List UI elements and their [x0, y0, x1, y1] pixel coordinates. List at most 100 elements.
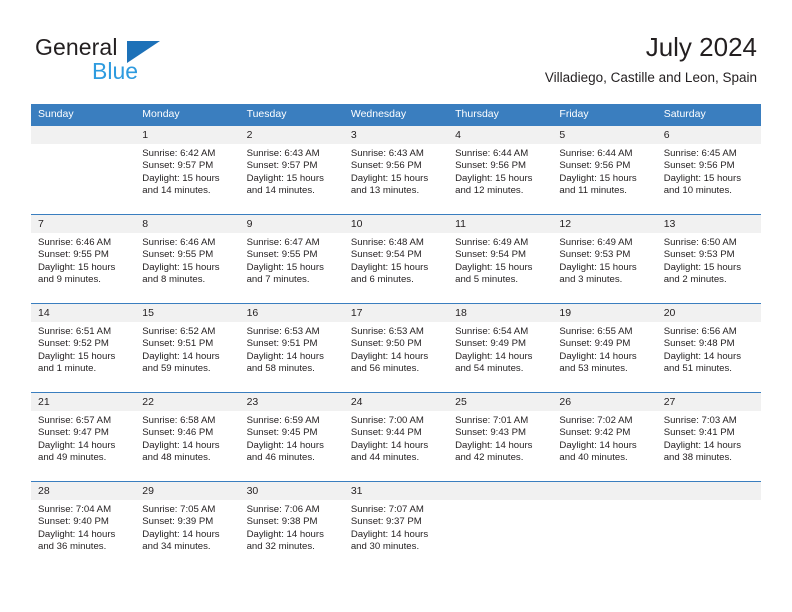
day-number: 10 [343, 215, 449, 233]
day-details: Sunrise: 6:49 AM Sunset: 9:53 PM Dayligh… [552, 233, 656, 287]
weekday-header-monday: Monday [142, 108, 180, 120]
day-cell[interactable] [448, 482, 553, 570]
day-cell[interactable]: 15 Sunrise: 6:52 AM Sunset: 9:51 PM Dayl… [135, 304, 240, 392]
sunset-text: Sunset: 9:49 PM [559, 338, 631, 350]
sunset-text: Sunset: 9:53 PM [559, 249, 631, 261]
sunset-text: Sunset: 9:55 PM [246, 249, 318, 261]
calendar-page: General Blue July 2024 Villadiego, Casti… [0, 0, 792, 612]
daylight-text: Daylight: 15 hours and 9 minutes. [38, 261, 116, 286]
day-cell[interactable]: 7 Sunrise: 6:46 AM Sunset: 9:55 PM Dayli… [31, 215, 136, 303]
weekday-header-row: Sunday Monday Tuesday Wednesday Thursday… [31, 104, 761, 125]
day-cell[interactable]: 14 Sunrise: 6:51 AM Sunset: 9:52 PM Dayl… [31, 304, 136, 392]
day-details: Sunrise: 7:02 AM Sunset: 9:42 PM Dayligh… [552, 411, 656, 465]
day-cell[interactable]: 12 Sunrise: 6:49 AM Sunset: 9:53 PM Dayl… [552, 215, 657, 303]
sunset-text: Sunset: 9:54 PM [350, 249, 422, 261]
day-cell[interactable] [31, 126, 136, 214]
sunrise-text: Sunrise: 6:49 AM [455, 237, 529, 248]
day-number: 18 [448, 304, 553, 322]
day-cell[interactable]: 24 Sunrise: 7:00 AM Sunset: 9:44 PM Dayl… [343, 393, 449, 481]
daylight-text: Daylight: 14 hours and 36 minutes. [38, 528, 116, 553]
day-cell[interactable]: 11 Sunrise: 6:49 AM Sunset: 9:54 PM Dayl… [448, 215, 553, 303]
day-cell[interactable]: 27 Sunrise: 7:03 AM Sunset: 9:41 PM Dayl… [656, 393, 761, 481]
daylight-text: Daylight: 14 hours and 56 minutes. [350, 350, 429, 375]
day-cell[interactable]: 28 Sunrise: 7:04 AM Sunset: 9:40 PM Dayl… [31, 482, 136, 570]
day-details: Sunrise: 7:05 AM Sunset: 9:39 PM Dayligh… [135, 500, 239, 554]
day-number: 23 [239, 393, 344, 411]
day-cell[interactable]: 1 Sunrise: 6:42 AM Sunset: 9:57 PM Dayli… [135, 126, 240, 214]
day-details: Sunrise: 7:03 AM Sunset: 9:41 PM Dayligh… [657, 411, 761, 465]
day-number: 29 [135, 482, 240, 500]
daylight-text: Daylight: 14 hours and 38 minutes. [663, 439, 742, 464]
day-cell[interactable]: 21 Sunrise: 6:57 AM Sunset: 9:47 PM Dayl… [31, 393, 136, 481]
day-cell[interactable]: 23 Sunrise: 6:59 AM Sunset: 9:45 PM Dayl… [239, 393, 344, 481]
week-row: 21 Sunrise: 6:57 AM Sunset: 9:47 PM Dayl… [31, 392, 761, 481]
weekday-header-thursday: Thursday [455, 108, 499, 120]
day-cell[interactable]: 16 Sunrise: 6:53 AM Sunset: 9:51 PM Dayl… [239, 304, 344, 392]
day-details: Sunrise: 6:42 AM Sunset: 9:57 PM Dayligh… [135, 144, 239, 198]
day-cell[interactable]: 18 Sunrise: 6:54 AM Sunset: 9:49 PM Dayl… [448, 304, 553, 392]
week-row: 28 Sunrise: 7:04 AM Sunset: 9:40 PM Dayl… [31, 481, 761, 570]
day-cell[interactable]: 30 Sunrise: 7:06 AM Sunset: 9:38 PM Dayl… [239, 482, 344, 570]
day-details: Sunrise: 6:56 AM Sunset: 9:48 PM Dayligh… [657, 322, 761, 376]
day-cell[interactable]: 5 Sunrise: 6:44 AM Sunset: 9:56 PM Dayli… [552, 126, 657, 214]
day-cell[interactable] [656, 482, 761, 570]
day-cell[interactable]: 17 Sunrise: 6:53 AM Sunset: 9:50 PM Dayl… [343, 304, 449, 392]
day-number: 3 [343, 126, 449, 144]
day-cell[interactable]: 20 Sunrise: 6:56 AM Sunset: 9:48 PM Dayl… [656, 304, 761, 392]
daylight-text: Daylight: 15 hours and 11 minutes. [559, 172, 637, 197]
daylight-text: Daylight: 14 hours and 58 minutes. [246, 350, 324, 375]
sunrise-text: Sunrise: 6:48 AM [350, 237, 424, 248]
day-cell[interactable]: 19 Sunrise: 6:55 AM Sunset: 9:49 PM Dayl… [552, 304, 657, 392]
sunset-text: Sunset: 9:53 PM [663, 249, 735, 261]
daylight-text: Daylight: 14 hours and 59 minutes. [142, 350, 220, 375]
day-number: 25 [448, 393, 553, 411]
day-cell[interactable]: 3 Sunrise: 6:43 AM Sunset: 9:56 PM Dayli… [343, 126, 449, 214]
daylight-text: Daylight: 14 hours and 53 minutes. [559, 350, 637, 375]
day-cell[interactable]: 10 Sunrise: 6:48 AM Sunset: 9:54 PM Dayl… [343, 215, 449, 303]
day-cell[interactable]: 13 Sunrise: 6:50 AM Sunset: 9:53 PM Dayl… [656, 215, 761, 303]
day-cell[interactable]: 9 Sunrise: 6:47 AM Sunset: 9:55 PM Dayli… [239, 215, 344, 303]
day-cell[interactable]: 26 Sunrise: 7:02 AM Sunset: 9:42 PM Dayl… [552, 393, 657, 481]
day-cell[interactable] [552, 482, 657, 570]
day-details: Sunrise: 6:55 AM Sunset: 9:49 PM Dayligh… [552, 322, 656, 376]
sunrise-text: Sunrise: 7:02 AM [559, 415, 633, 426]
day-cell[interactable]: 29 Sunrise: 7:05 AM Sunset: 9:39 PM Dayl… [135, 482, 240, 570]
sunrise-text: Sunrise: 6:46 AM [38, 237, 112, 248]
day-cell[interactable]: 8 Sunrise: 6:46 AM Sunset: 9:55 PM Dayli… [135, 215, 240, 303]
day-details: Sunrise: 6:47 AM Sunset: 9:55 PM Dayligh… [240, 233, 344, 287]
sunset-text: Sunset: 9:54 PM [455, 249, 527, 261]
day-details: Sunrise: 6:43 AM Sunset: 9:56 PM Dayligh… [344, 144, 448, 198]
sunset-text: Sunset: 9:40 PM [38, 516, 109, 528]
day-cell[interactable]: 6 Sunrise: 6:45 AM Sunset: 9:56 PM Dayli… [656, 126, 761, 214]
day-cell[interactable]: 31 Sunrise: 7:07 AM Sunset: 9:37 PM Dayl… [343, 482, 449, 570]
title-block: July 2024 Villadiego, Castille and Leon,… [545, 30, 757, 87]
day-details: Sunrise: 6:43 AM Sunset: 9:57 PM Dayligh… [240, 144, 344, 198]
sunrise-text: Sunrise: 6:56 AM [663, 326, 737, 337]
sunset-text: Sunset: 9:47 PM [38, 427, 109, 439]
day-cell[interactable]: 2 Sunrise: 6:43 AM Sunset: 9:57 PM Dayli… [239, 126, 344, 214]
day-number: 28 [31, 482, 136, 500]
sunset-text: Sunset: 9:49 PM [455, 338, 527, 350]
daylight-text: Daylight: 15 hours and 8 minutes. [142, 261, 220, 286]
daylight-text: Daylight: 15 hours and 2 minutes. [663, 261, 742, 286]
day-cell[interactable]: 22 Sunrise: 6:58 AM Sunset: 9:46 PM Dayl… [135, 393, 240, 481]
daylight-text: Daylight: 15 hours and 3 minutes. [559, 261, 637, 286]
sunrise-text: Sunrise: 7:00 AM [350, 415, 424, 426]
sunset-text: Sunset: 9:37 PM [350, 516, 422, 528]
day-number: 8 [135, 215, 240, 233]
sunset-text: Sunset: 9:51 PM [142, 338, 214, 350]
day-number: 27 [656, 393, 761, 411]
sunrise-text: Sunrise: 7:06 AM [246, 504, 320, 515]
week-row: 7 Sunrise: 6:46 AM Sunset: 9:55 PM Dayli… [31, 214, 761, 303]
day-number: 1 [135, 126, 240, 144]
daylight-text: Daylight: 14 hours and 30 minutes. [350, 528, 429, 553]
day-details: Sunrise: 6:46 AM Sunset: 9:55 PM Dayligh… [31, 233, 135, 287]
day-cell[interactable]: 4 Sunrise: 6:44 AM Sunset: 9:56 PM Dayli… [448, 126, 553, 214]
day-cell[interactable]: 25 Sunrise: 7:01 AM Sunset: 9:43 PM Dayl… [448, 393, 553, 481]
day-number: 15 [135, 304, 240, 322]
daylight-text: Daylight: 14 hours and 49 minutes. [38, 439, 116, 464]
day-number: 12 [552, 215, 657, 233]
week-row: 1 Sunrise: 6:42 AM Sunset: 9:57 PM Dayli… [31, 125, 761, 214]
daylight-text: Daylight: 14 hours and 48 minutes. [142, 439, 220, 464]
sunset-text: Sunset: 9:41 PM [663, 427, 735, 439]
